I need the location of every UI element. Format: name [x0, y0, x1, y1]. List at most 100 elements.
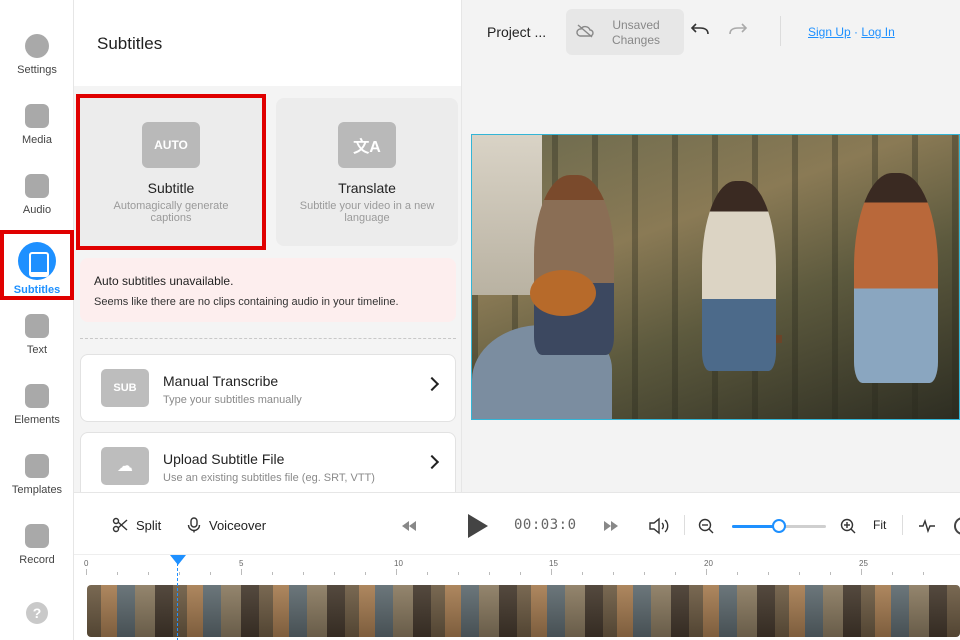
- auto-icon: AUTO: [142, 122, 200, 168]
- fast-forward-icon[interactable]: [604, 521, 618, 531]
- zoom-slider-knob[interactable]: [772, 519, 786, 533]
- microphone-icon: [187, 517, 201, 533]
- subtitles-panel: Subtitles AUTO Subtitle Automagically ge…: [74, 0, 462, 492]
- option-desc: Subtitle your video in a new language: [299, 200, 435, 224]
- voiceover-button[interactable]: Voiceover: [187, 517, 266, 533]
- plus-icon: [25, 104, 49, 128]
- tick-mark: [148, 572, 149, 575]
- auth-links: Sign Up · Log In: [808, 25, 895, 39]
- split-button[interactable]: Split: [112, 517, 161, 533]
- unsaved-line2: Changes: [611, 33, 661, 47]
- tick-mark: [737, 572, 738, 575]
- sub-icon: SUB: [101, 369, 149, 407]
- camper-van: [472, 135, 542, 295]
- divider: [80, 338, 456, 339]
- tick-mark: [86, 569, 87, 575]
- play-icon[interactable]: [468, 514, 488, 538]
- tick-mark: [830, 572, 831, 575]
- tick-mark: [303, 572, 304, 575]
- tick-mark: [396, 569, 397, 575]
- unsaved-line1: Unsaved: [612, 18, 660, 32]
- upload-cloud-icon: ☁: [101, 447, 149, 485]
- volume-icon[interactable]: [648, 517, 670, 535]
- sidebar-item-label: Settings: [17, 64, 57, 76]
- music-note-icon: [25, 174, 49, 198]
- tick-label: 15: [549, 559, 558, 568]
- warning-title: Auto subtitles unavailable.: [94, 274, 234, 288]
- top-bar: Project ... Unsaved Changes Sign Up · Lo…: [462, 0, 960, 64]
- guitar: [530, 270, 596, 316]
- sidebar-item-audio[interactable]: Audio: [0, 152, 74, 222]
- video-preview[interactable]: [471, 134, 960, 420]
- tick-mark: [799, 572, 800, 575]
- tick-label: 25: [859, 559, 868, 568]
- tick-label: 0: [84, 559, 89, 568]
- person-right: [854, 173, 938, 383]
- divider: [902, 515, 903, 535]
- sidebar-item-settings[interactable]: Settings: [0, 12, 74, 82]
- tick-mark: [768, 572, 769, 575]
- tick-mark: [489, 572, 490, 575]
- tick-mark: [520, 572, 521, 575]
- timeline[interactable]: 0 5 10 15 20 25: [74, 554, 960, 640]
- current-time: 00:03:0: [514, 517, 577, 533]
- sidebar-item-label: Audio: [22, 204, 52, 216]
- fit-button[interactable]: Fit: [873, 518, 886, 532]
- option-desc: Automagically generate captions: [113, 200, 229, 224]
- sidebar-item-label: Elements: [14, 414, 60, 426]
- auth-separator: ·: [854, 25, 859, 39]
- tick-mark: [644, 572, 645, 575]
- translate-icon: 文A: [338, 122, 396, 168]
- playhead-handle-icon[interactable]: [170, 555, 186, 565]
- divider: [780, 16, 781, 46]
- list-title: Upload Subtitle File: [163, 451, 285, 467]
- project-name[interactable]: Project ...: [487, 24, 546, 40]
- tick-mark: [613, 572, 614, 575]
- tick-mark: [923, 572, 924, 575]
- option-title: Subtitle: [147, 180, 195, 196]
- sidebar-item-templates[interactable]: Templates: [0, 432, 74, 502]
- zoom-slider[interactable]: [732, 519, 826, 533]
- tick-mark: [458, 572, 459, 575]
- manual-transcribe-item[interactable]: SUB Manual Transcribe Type your subtitle…: [80, 354, 456, 422]
- unsaved-changes-badge: Unsaved Changes: [566, 9, 684, 55]
- voiceover-label: Voiceover: [209, 517, 267, 533]
- rewind-icon[interactable]: [402, 521, 416, 531]
- undo-icon[interactable]: [688, 22, 712, 40]
- sidebar-item-text[interactable]: Text: [0, 292, 74, 362]
- sidebar-item-elements[interactable]: Elements: [0, 362, 74, 432]
- upload-subtitle-item[interactable]: ☁ Upload Subtitle File Use an existing s…: [80, 432, 456, 492]
- sidebar-item-label: Text: [26, 344, 48, 356]
- sidebar-item-media[interactable]: Media: [0, 82, 74, 152]
- tick-label: 10: [394, 559, 403, 568]
- translate-card[interactable]: 文A Translate Subtitle your video in a ne…: [276, 98, 458, 246]
- tick-mark: [365, 572, 366, 575]
- video-clip[interactable]: [87, 585, 960, 637]
- chevron-right-icon: [424, 376, 440, 392]
- tick-mark: [551, 569, 552, 575]
- tick-mark: [334, 572, 335, 575]
- sidebar-item-subtitles[interactable]: Subtitles: [0, 230, 74, 300]
- camera-icon: [25, 524, 49, 548]
- tick-mark: [272, 572, 273, 575]
- sidebar-item-record[interactable]: Record: [0, 502, 74, 572]
- zoom-out-icon[interactable]: [698, 518, 714, 534]
- playhead[interactable]: [170, 555, 186, 640]
- timeline-ruler[interactable]: 0 5 10 15 20 25: [74, 555, 960, 575]
- panel-title: Subtitles: [97, 34, 163, 53]
- layout-icon: [25, 454, 49, 478]
- divider: [684, 515, 685, 535]
- auto-subtitle-card[interactable]: AUTO Subtitle Automagically generate cap…: [76, 94, 266, 250]
- sidebar-item-label: Media: [22, 134, 52, 146]
- redo-icon[interactable]: [726, 22, 750, 40]
- more-options-icon[interactable]: [954, 517, 960, 535]
- cloud-off-icon: [576, 24, 594, 38]
- waveform-icon[interactable]: [918, 518, 936, 534]
- list-title: Manual Transcribe: [163, 373, 279, 389]
- sign-up-link[interactable]: Sign Up: [808, 25, 851, 39]
- tick-mark: [861, 569, 862, 575]
- zoom-in-icon[interactable]: [840, 518, 856, 534]
- log-in-link[interactable]: Log In: [861, 25, 894, 39]
- help-icon[interactable]: ?: [26, 602, 48, 624]
- tick-mark: [241, 569, 242, 575]
